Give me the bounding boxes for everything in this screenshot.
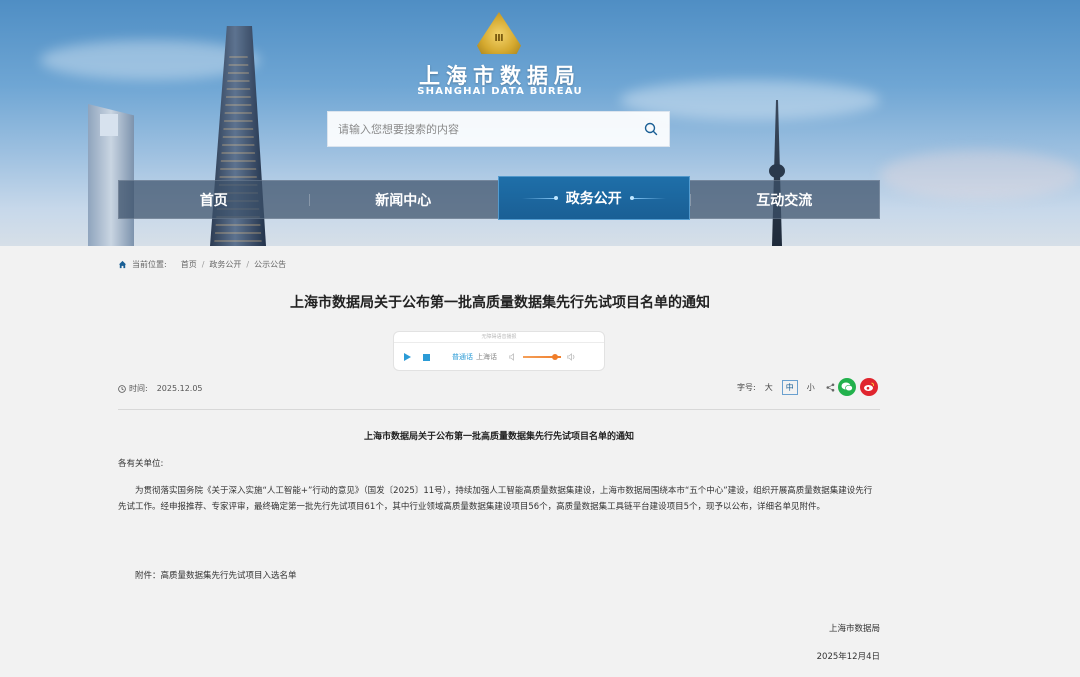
nav-item-label: 新闻中心 (375, 192, 432, 209)
volume-high-icon[interactable] (567, 353, 577, 361)
nav-active-deco (629, 195, 666, 200)
play-icon[interactable] (404, 353, 411, 361)
player-controls: 普通话 上海话 (394, 343, 604, 371)
publish-meta: 时间: 2025.12.05 (118, 383, 203, 394)
player-header: 无障碍语音播报 (394, 332, 604, 343)
tv-tower-sphere (769, 164, 785, 178)
nav-item-gov-affairs[interactable]: 政务公开 (498, 176, 690, 220)
site-title-en: SHANGHAI DATA BUREAU (417, 86, 583, 97)
nav-item-home[interactable]: 首页 (119, 181, 309, 218)
font-size-switcher: 字号: 大 中 小 (737, 380, 818, 395)
stop-icon[interactable] (423, 353, 430, 361)
voice-select[interactable]: 普通话 (452, 352, 473, 362)
audio-player: 无障碍语音播报 普通话 上海话 (393, 331, 605, 371)
volume-knob[interactable] (552, 354, 559, 360)
font-size-large[interactable]: 大 (762, 381, 776, 394)
nav-item-label: 政务公开 (565, 191, 622, 207)
breadcrumb-separator: / (201, 260, 205, 269)
font-size-small[interactable]: 小 (804, 381, 818, 394)
cloud-decoration (880, 150, 1080, 200)
signature-date: 2025年12月4日 (816, 652, 880, 662)
attachment-link[interactable]: 附件：高质量数据集先行先试项目入选名单 (135, 569, 297, 581)
content-divider (118, 409, 880, 410)
search-icon[interactable] (633, 111, 669, 147)
publish-date: 2025.12.05 (156, 384, 203, 393)
document-salutation: 各有关单位: (118, 459, 164, 469)
time-label: 时间: (129, 384, 148, 393)
font-size-medium[interactable]: 中 (781, 380, 798, 395)
emblem-logo: Ⅲ (477, 12, 521, 54)
breadcrumb-gov-link[interactable]: 政务公开 (209, 259, 241, 270)
document-title: 上海市数据局关于公布第一批高质量数据集先行先试项目名单的通知 (363, 432, 634, 442)
page-title: 上海市数据局关于公布第一批高质量数据集先行先试项目名单的通知 (290, 295, 710, 311)
nav-item-label: 互动交流 (756, 192, 813, 209)
wechat-icon[interactable] (838, 378, 856, 396)
home-icon (118, 260, 127, 269)
header-banner: Ⅲ 上海市数据局 SHANGHAI DATA BUREAU 首页 新闻中心 政务… (0, 0, 1080, 246)
search-bar (327, 111, 670, 147)
share-icon[interactable] (826, 383, 835, 392)
skyscraper-image (88, 104, 134, 246)
font-size-label: 字号: (737, 383, 756, 392)
weibo-icon[interactable] (860, 378, 878, 396)
nav-item-label: 首页 (199, 192, 228, 209)
breadcrumb-separator: / (246, 260, 250, 269)
main-nav: 首页 新闻中心 政务公开 互动交流 (118, 176, 880, 220)
signature-organization: 上海市数据局 (828, 624, 880, 634)
breadcrumb-notice-link[interactable]: 公示公告 (254, 259, 286, 270)
volume-low-icon[interactable] (509, 353, 517, 361)
emblem-text: Ⅲ (494, 32, 504, 44)
nav-item-news[interactable]: 新闻中心 (308, 181, 499, 218)
nav-active-deco (521, 195, 558, 200)
nav-item-interaction[interactable]: 互动交流 (689, 181, 880, 218)
search-input[interactable] (328, 112, 633, 146)
volume-slider[interactable] (523, 354, 561, 360)
document-body: 为贯彻落实国务院《关于深入实施“人工智能+”行动的意见》（国发〔2025〕11号… (118, 486, 873, 512)
breadcrumb-home-link[interactable]: 首页 (181, 259, 197, 270)
clock-icon (118, 384, 126, 393)
voice-option[interactable]: 上海话 (476, 352, 497, 362)
breadcrumb: 当前位置: 首页 / 政务公开 / 公示公告 (118, 259, 286, 270)
breadcrumb-label: 当前位置: (132, 260, 167, 269)
